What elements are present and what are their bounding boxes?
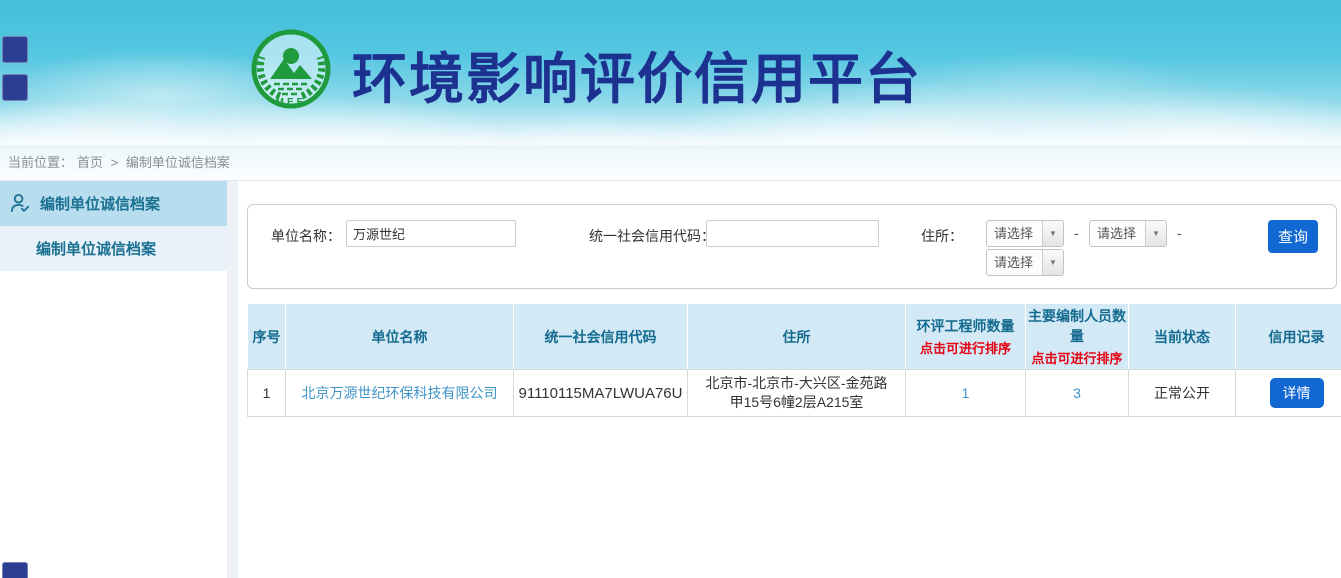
page-body: 编制单位诚信档案 编制单位诚信档案 单位名称： 统一社会信用代码： 住所： 请选… — [0, 181, 1341, 578]
col-header-engineer-count-sortable[interactable]: 环评工程师数量 点击可进行排序 — [906, 304, 1026, 370]
search-panel: 单位名称： 统一社会信用代码： 住所： 请选择 ▼ - 请选择 ▼ - 请选择 … — [247, 204, 1337, 289]
breadcrumb-prefix: 当前位置： — [8, 155, 73, 170]
site-header: MEE 环境影响评价信用平台 — [0, 0, 1341, 145]
col-header-staff-count-sortable[interactable]: 主要编制人员数量 点击可进行排序 — [1026, 304, 1129, 370]
credit-code-label: 统一社会信用代码： — [589, 226, 715, 246]
breadcrumb-current: 编制单位诚信档案 — [126, 155, 230, 170]
col-header-status: 当前状态 — [1129, 304, 1236, 370]
main-content: 单位名称： 统一社会信用代码： 住所： 请选择 ▼ - 请选择 ▼ - 请选择 … — [238, 181, 1341, 578]
chevron-down-icon[interactable]: ▼ — [1145, 221, 1166, 246]
dash-separator: - — [1177, 225, 1182, 241]
user-check-icon — [9, 192, 32, 215]
unit-name-label: 单位名称： — [271, 226, 341, 246]
dash-separator: - — [1074, 225, 1079, 241]
engineer-count-link[interactable]: 1 — [962, 385, 970, 401]
address-district-select[interactable]: 请选择 ▼ — [986, 249, 1064, 276]
sort-hint[interactable]: 点击可进行排序 — [908, 338, 1023, 357]
floating-widget-icon[interactable] — [2, 74, 28, 101]
table-row: 1 北京万源世纪环保科技有限公司 91110115MA7LWUA76U 北京市-… — [248, 370, 1341, 417]
sidebar-subitem-label: 编制单位诚信档案 — [36, 238, 156, 259]
chevron-down-icon[interactable]: ▼ — [1042, 221, 1063, 246]
mee-logo: MEE — [249, 26, 333, 114]
address-province-select[interactable]: 请选择 ▼ — [986, 220, 1064, 247]
unit-name-input[interactable] — [346, 220, 516, 247]
address-city-select[interactable]: 请选择 ▼ — [1089, 220, 1167, 247]
sidebar-item-unit-credit-archive[interactable]: 编制单位诚信档案 — [0, 181, 227, 226]
col-header-address: 住所 — [688, 304, 906, 370]
cell-credit-code: 91110115MA7LWUA76U — [514, 370, 688, 417]
sidebar-item-label: 编制单位诚信档案 — [40, 193, 160, 214]
floating-widget-icon[interactable] — [2, 562, 28, 578]
cell-index: 1 — [248, 370, 286, 417]
breadcrumb-separator: > — [111, 155, 119, 170]
sidebar-subitem-unit-credit-archive[interactable]: 编制单位诚信档案 — [0, 226, 227, 271]
page: MEE 环境影响评价信用平台 当前位置： 首页 > 编制单位诚信档案 编制单位诚信… — [0, 0, 1341, 578]
table-header-row: 序号 单位名称 统一社会信用代码 住所 环评工程师数量 点击可进行排序 主要编制… — [248, 304, 1341, 370]
chevron-down-icon[interactable]: ▼ — [1042, 250, 1063, 275]
select-value: 请选择 — [987, 221, 1042, 246]
breadcrumb: 当前位置： 首页 > 编制单位诚信档案 — [0, 145, 1341, 181]
select-value: 请选择 — [987, 250, 1042, 275]
address-label: 住所： — [921, 226, 963, 246]
cell-address: 北京市-北京市-大兴区-金苑路 甲15号6幢2层A215室 — [688, 370, 906, 417]
breadcrumb-home-link[interactable]: 首页 — [77, 155, 103, 170]
col-header-index: 序号 — [248, 304, 286, 370]
site-title: 环境影响评价信用平台 — [352, 34, 922, 114]
sidebar: 编制单位诚信档案 编制单位诚信档案 — [0, 181, 227, 578]
results-table-wrap: 序号 单位名称 统一社会信用代码 住所 环评工程师数量 点击可进行排序 主要编制… — [247, 303, 1341, 417]
cell-status: 正常公开 — [1129, 370, 1236, 417]
sidebar-divider — [227, 181, 238, 578]
query-button[interactable]: 查询 — [1268, 220, 1318, 253]
results-table: 序号 单位名称 统一社会信用代码 住所 环评工程师数量 点击可进行排序 主要编制… — [247, 303, 1341, 417]
staff-count-link[interactable]: 3 — [1073, 385, 1081, 401]
unit-name-link[interactable]: 北京万源世纪环保科技有限公司 — [302, 385, 498, 401]
col-header-unit-name: 单位名称 — [286, 304, 514, 370]
select-value: 请选择 — [1090, 221, 1145, 246]
col-header-credit-code: 统一社会信用代码 — [514, 304, 688, 370]
credit-code-input[interactable] — [706, 220, 879, 247]
sort-hint[interactable]: 点击可进行排序 — [1028, 348, 1126, 367]
detail-button[interactable]: 详情 — [1270, 378, 1324, 408]
col-header-credit-record: 信用记录 — [1236, 304, 1341, 370]
logo-text: MEE — [276, 97, 307, 108]
floating-widget-icon[interactable] — [2, 36, 28, 63]
